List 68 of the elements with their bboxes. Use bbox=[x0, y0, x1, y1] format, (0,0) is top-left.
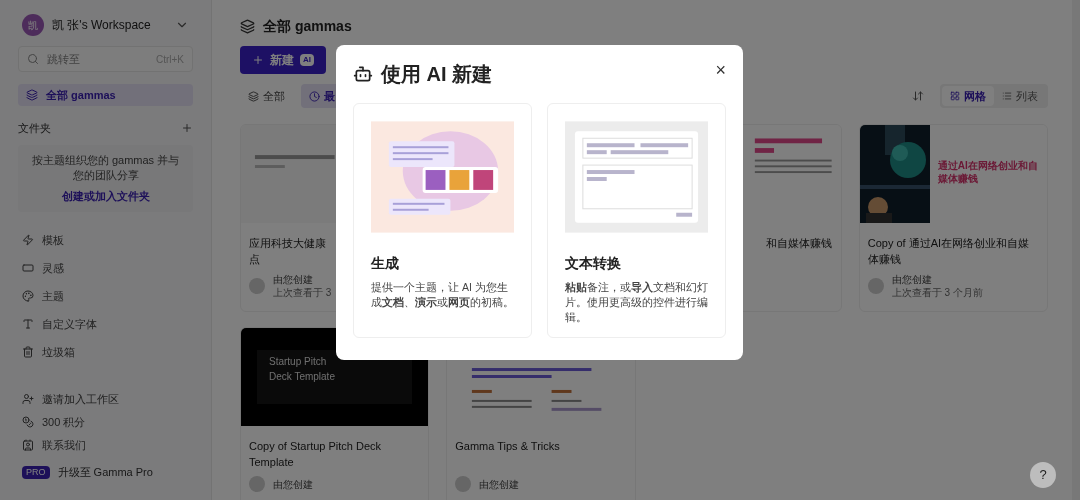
sidebar-item[interactable]: 300 积分 bbox=[18, 412, 193, 432]
sidebar-item[interactable]: 垃圾箱 bbox=[18, 342, 193, 362]
plus-icon bbox=[252, 54, 264, 66]
list-icon bbox=[1002, 91, 1012, 101]
card-author: 由您创建 bbox=[891, 273, 932, 286]
new-button[interactable]: 新建 AI bbox=[240, 46, 326, 74]
sidebar-item[interactable]: 联系我们 bbox=[18, 435, 193, 455]
option-title: 生成 bbox=[371, 254, 400, 273]
sort-icon[interactable] bbox=[912, 90, 924, 102]
sidebar-item[interactable]: 模板 bbox=[18, 230, 193, 250]
ai-badge: AI bbox=[300, 54, 314, 66]
sidebar-item[interactable]: 自定义字体 bbox=[18, 314, 193, 334]
close-button[interactable]: × bbox=[715, 61, 726, 79]
avatar-icon bbox=[867, 278, 884, 294]
folders-hint: 按主题组织您的 gammas 并与您的团队分享 bbox=[30, 152, 181, 183]
stack-icon bbox=[240, 18, 255, 34]
sidebar-item-icon bbox=[22, 392, 34, 405]
card-title: Copy of 通过AI在网络创业和自媒 bbox=[867, 236, 1030, 251]
card-author: 由您创建 bbox=[273, 477, 313, 491]
avatar-icon bbox=[249, 476, 265, 492]
card-title: 点 bbox=[249, 252, 260, 267]
card-title: 应用科技大健康 bbox=[249, 236, 326, 251]
card-title: Template bbox=[249, 455, 294, 470]
sidebar-item-icon bbox=[22, 233, 34, 246]
thumbnail-title: Deck Template bbox=[269, 370, 335, 384]
robot-icon bbox=[353, 64, 373, 84]
pro-badge: PRO bbox=[22, 465, 50, 480]
card-author: 由您创建 bbox=[273, 273, 313, 286]
view-tab[interactable]: 列表 bbox=[994, 86, 1046, 106]
card-title: Gamma Tips & Tricks bbox=[455, 439, 560, 454]
sidebar-item[interactable]: 邀请加入工作区 bbox=[18, 389, 193, 409]
option-card[interactable]: 生成 提供一个主题，让 AI 为您生成文档、演示或网页的初稿。 bbox=[353, 103, 532, 338]
upgrade-link[interactable]: 升级至 Gamma Pro bbox=[57, 464, 153, 481]
thumbnail-title: Startup Pitch bbox=[269, 355, 327, 369]
nav-item[interactable]: 全部 gammas bbox=[18, 84, 193, 106]
card-title: 体赚钱 bbox=[867, 252, 901, 267]
sidebar-item-icon bbox=[22, 415, 34, 428]
workspace-avatar: 凯 bbox=[22, 14, 44, 36]
page-title: 全部 gammas bbox=[263, 16, 352, 36]
clock-icon bbox=[309, 90, 320, 102]
option-card[interactable]: 文本转换 粘贴备注，或导入文档和幻灯片。使用更高级的控件进行编辑。 bbox=[547, 103, 726, 338]
sidebar-item-icon bbox=[22, 261, 34, 274]
card-title: 和自媒体赚钱 bbox=[765, 236, 832, 251]
modal-title: 使用 AI 新建 bbox=[381, 62, 493, 87]
workspace-name[interactable]: 凯 张's Workspace bbox=[52, 16, 167, 34]
sidebar-item-icon bbox=[22, 289, 34, 302]
gamma-card[interactable]: Startup Pitch Deck Template Copy of Startup Pitch Deck Template 由您创建 bbox=[240, 327, 430, 500]
sidebar-item[interactable]: 灵感 bbox=[18, 258, 193, 278]
avatar-icon bbox=[249, 278, 265, 294]
card-author: 由您创建 bbox=[479, 477, 520, 491]
add-icon[interactable] bbox=[181, 122, 193, 135]
stack-icon bbox=[248, 90, 259, 102]
sidebar-item-icon bbox=[22, 438, 34, 451]
section-heading: 文件夹 bbox=[18, 121, 51, 136]
search-icon bbox=[27, 53, 39, 65]
help-button[interactable]: ? bbox=[1030, 462, 1056, 488]
sidebar-item-icon bbox=[22, 345, 34, 358]
sidebar-item[interactable]: 主题 bbox=[18, 286, 193, 306]
thumbnail-title: 通过AI在网络创业和自媒体赚钱 bbox=[937, 159, 1039, 185]
view-tab[interactable]: 网格 bbox=[942, 86, 994, 106]
filter-tab[interactable]: 全部 bbox=[240, 84, 293, 108]
sidebar-item-icon bbox=[22, 317, 34, 330]
create-folder-link[interactable]: 创建或加入文件夹 bbox=[61, 188, 150, 205]
option-title: 文本转换 bbox=[565, 254, 622, 273]
card-title: Copy of Startup Pitch Deck bbox=[249, 439, 382, 454]
avatar-icon bbox=[455, 476, 472, 492]
stack-icon bbox=[26, 89, 38, 101]
grid-icon bbox=[950, 91, 960, 101]
